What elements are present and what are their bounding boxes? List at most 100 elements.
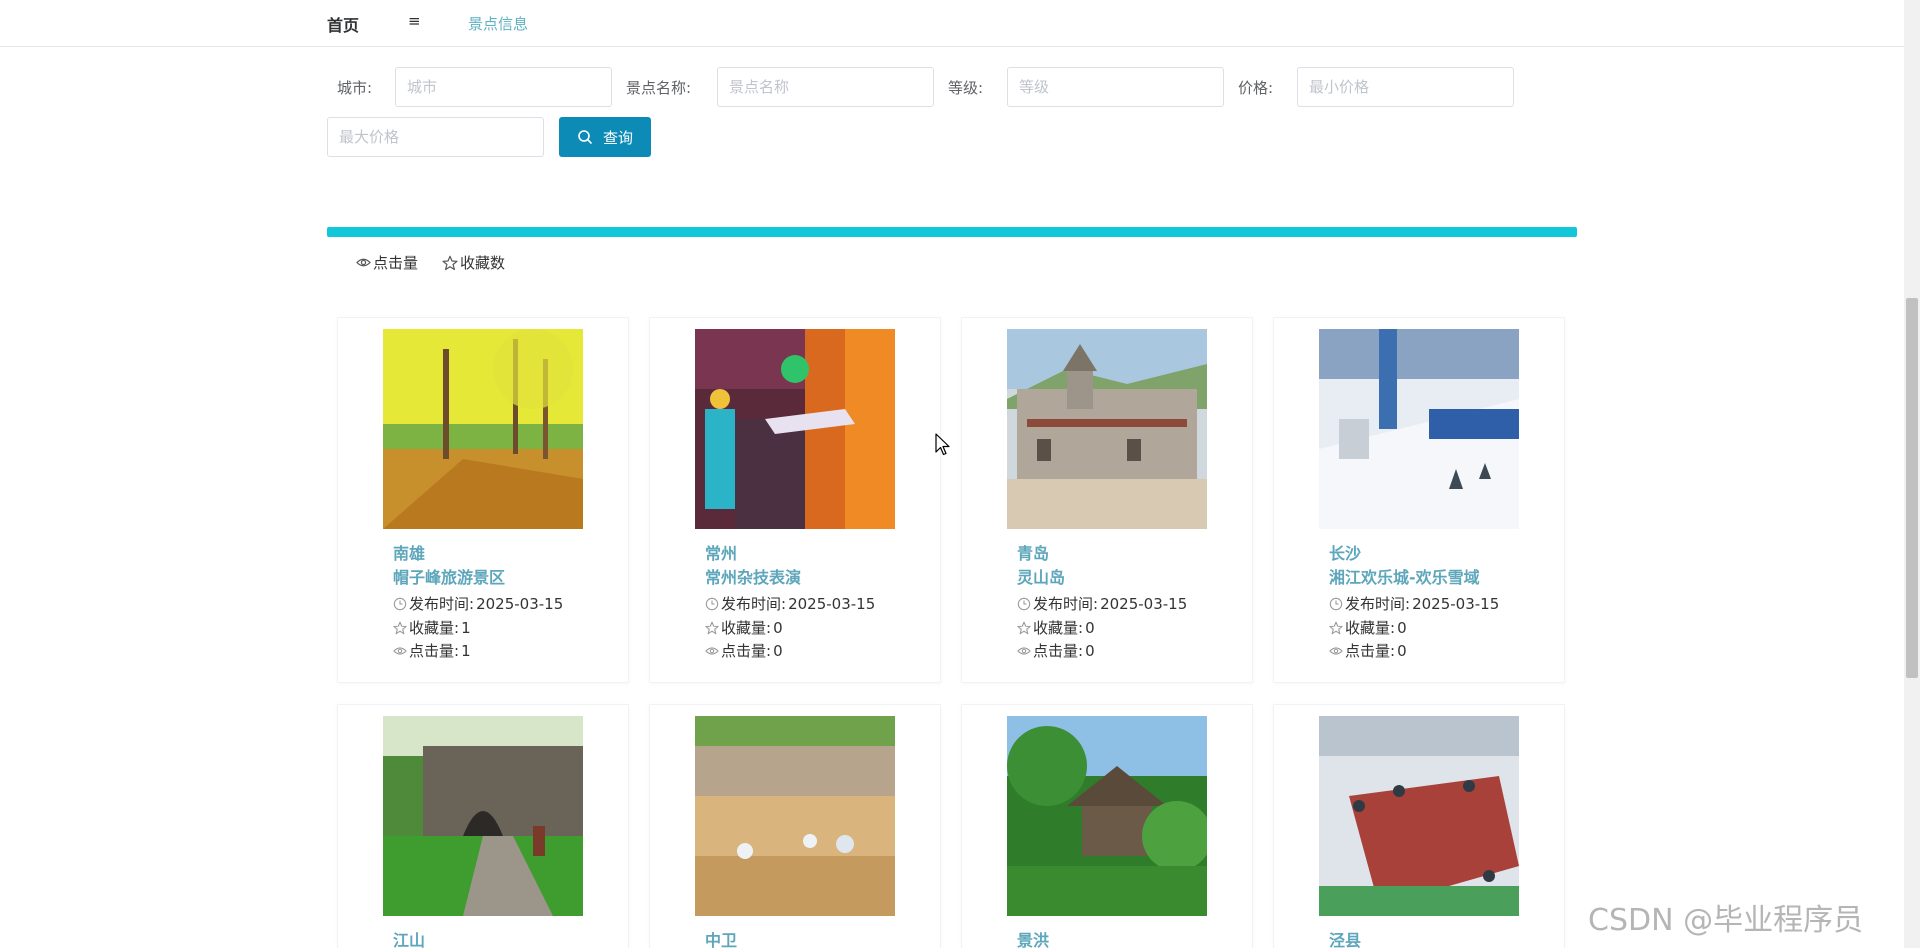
card-city[interactable]: 泾县 (1329, 927, 1361, 948)
eye-icon (1017, 644, 1031, 658)
sort-by-clicks[interactable]: 点击量 (356, 252, 418, 273)
city-input[interactable] (395, 67, 612, 107)
level-input[interactable] (1007, 67, 1224, 107)
level-label: 等级: (948, 79, 984, 97)
star-icon (1329, 621, 1343, 635)
eye-icon (393, 644, 407, 658)
attraction-name-label: 景点名称: (626, 79, 692, 97)
attraction-image[interactable] (1007, 329, 1207, 529)
attraction-image[interactable] (1319, 329, 1519, 529)
card-city[interactable]: 南雄 (393, 540, 425, 564)
clock-icon (393, 597, 407, 611)
nav-home-link[interactable]: 首页 (327, 12, 359, 36)
favorite-value: 0 (1397, 618, 1407, 637)
clock-icon (1329, 597, 1343, 611)
card-title[interactable]: 灵山岛 (1017, 564, 1065, 588)
star-icon (1017, 621, 1031, 635)
click-count: 点击量: 0 (1329, 640, 1407, 661)
favorite-count: 收藏量: 0 (1017, 617, 1095, 638)
card-city[interactable]: 江山 (393, 927, 425, 948)
attraction-image[interactable] (1319, 716, 1519, 916)
sort-by-favorites[interactable]: 收藏数 (442, 252, 505, 273)
favorite-value: 0 (1085, 618, 1095, 637)
attraction-image[interactable] (695, 716, 895, 916)
favorite-count: 收藏量: 0 (1329, 617, 1407, 638)
attraction-card[interactable]: 长沙 湘江欢乐城-欢乐雪域 发布时间: 2025-03-15 收藏量: 0 点击… (1273, 317, 1565, 683)
click-count: 点击量: 0 (705, 640, 783, 661)
attraction-image[interactable] (695, 329, 895, 529)
click-label: 点击量: (409, 642, 460, 660)
card-city[interactable]: 景洪 (1017, 927, 1049, 948)
attraction-image[interactable] (383, 329, 583, 529)
search-button[interactable]: 查询 (559, 117, 651, 157)
attraction-card[interactable]: 青岛 灵山岛 发布时间: 2025-03-15 收藏量: 0 点击量: 0 (961, 317, 1253, 683)
search-button-label: 查询 (602, 128, 633, 147)
favorite-label: 收藏量: (409, 619, 460, 637)
publish-date: 发布时间: 2025-03-15 (393, 593, 563, 614)
clock-icon (1017, 597, 1031, 611)
attraction-name-input[interactable] (717, 67, 934, 107)
publish-label: 发布时间: (1033, 595, 1099, 613)
page-scrollbar-thumb[interactable] (1906, 298, 1918, 678)
card-title[interactable]: 常州杂技表演 (705, 564, 801, 588)
click-value: 0 (773, 641, 783, 660)
favorite-value: 1 (461, 618, 471, 637)
card-city[interactable]: 青岛 (1017, 540, 1049, 564)
publish-date: 发布时间: 2025-03-15 (1329, 593, 1499, 614)
price-label: 价格: (1238, 79, 1274, 97)
star-icon (442, 255, 458, 271)
click-value: 0 (1397, 641, 1407, 660)
section-divider (327, 227, 1577, 237)
clock-icon (705, 597, 719, 611)
star-icon (705, 621, 719, 635)
publish-date: 发布时间: 2025-03-15 (1017, 593, 1187, 614)
mouse-cursor-icon (935, 433, 951, 461)
attraction-card[interactable]: 南雄 帽子峰旅游景区 发布时间: 2025-03-15 收藏量: 1 点击量: … (337, 317, 629, 683)
publish-date: 发布时间: 2025-03-15 (705, 593, 875, 614)
favorite-label: 收藏量: (1345, 619, 1396, 637)
attraction-image[interactable] (1007, 716, 1207, 916)
publish-value: 2025-03-15 (788, 594, 876, 613)
publish-label: 发布时间: (1345, 595, 1411, 613)
card-city[interactable]: 常州 (705, 540, 737, 564)
attraction-card[interactable]: 江山 (337, 704, 629, 948)
publish-label: 发布时间: (721, 595, 787, 613)
attraction-card[interactable]: 常州 常州杂技表演 发布时间: 2025-03-15 收藏量: 0 点击量: 0 (649, 317, 941, 683)
card-city[interactable]: 长沙 (1329, 540, 1361, 564)
sort-clicks-label: 点击量 (373, 254, 419, 272)
max-price-input[interactable] (327, 117, 544, 157)
attraction-card[interactable]: 中卫 (649, 704, 941, 948)
favorite-count: 收藏量: 1 (393, 617, 471, 638)
attraction-image[interactable] (383, 716, 583, 916)
publish-value: 2025-03-15 (1100, 594, 1188, 613)
search-icon (577, 129, 593, 145)
card-title[interactable]: 帽子峰旅游景区 (393, 564, 505, 588)
click-label: 点击量: (1033, 642, 1084, 660)
click-count: 点击量: 1 (393, 640, 471, 661)
min-price-input[interactable] (1297, 67, 1514, 107)
watermark: CSDN @毕业程序员 (1588, 903, 1864, 938)
menu-icon[interactable]: ≡ (408, 12, 421, 30)
click-count: 点击量: 0 (1017, 640, 1095, 661)
favorite-label: 收藏量: (721, 619, 772, 637)
star-icon (393, 621, 407, 635)
publish-value: 2025-03-15 (476, 594, 564, 613)
eye-icon (705, 644, 719, 658)
favorite-count: 收藏量: 0 (705, 617, 783, 638)
nav-attractions-link[interactable]: 景点信息 (468, 13, 528, 34)
top-nav: 首页 ≡ 景点信息 (0, 0, 1904, 47)
publish-value: 2025-03-15 (1412, 594, 1500, 613)
favorite-label: 收藏量: (1033, 619, 1084, 637)
card-title[interactable]: 湘江欢乐城-欢乐雪域 (1329, 564, 1480, 588)
card-city[interactable]: 中卫 (705, 927, 737, 948)
city-label: 城市: (337, 79, 373, 97)
attraction-card[interactable]: 泾县 (1273, 704, 1565, 948)
click-label: 点击量: (721, 642, 772, 660)
eye-icon (356, 255, 371, 270)
sort-favorites-label: 收藏数 (460, 254, 506, 272)
eye-icon (1329, 644, 1343, 658)
attraction-card[interactable]: 景洪 (961, 704, 1253, 948)
favorite-value: 0 (773, 618, 783, 637)
click-value: 0 (1085, 641, 1095, 660)
publish-label: 发布时间: (409, 595, 475, 613)
